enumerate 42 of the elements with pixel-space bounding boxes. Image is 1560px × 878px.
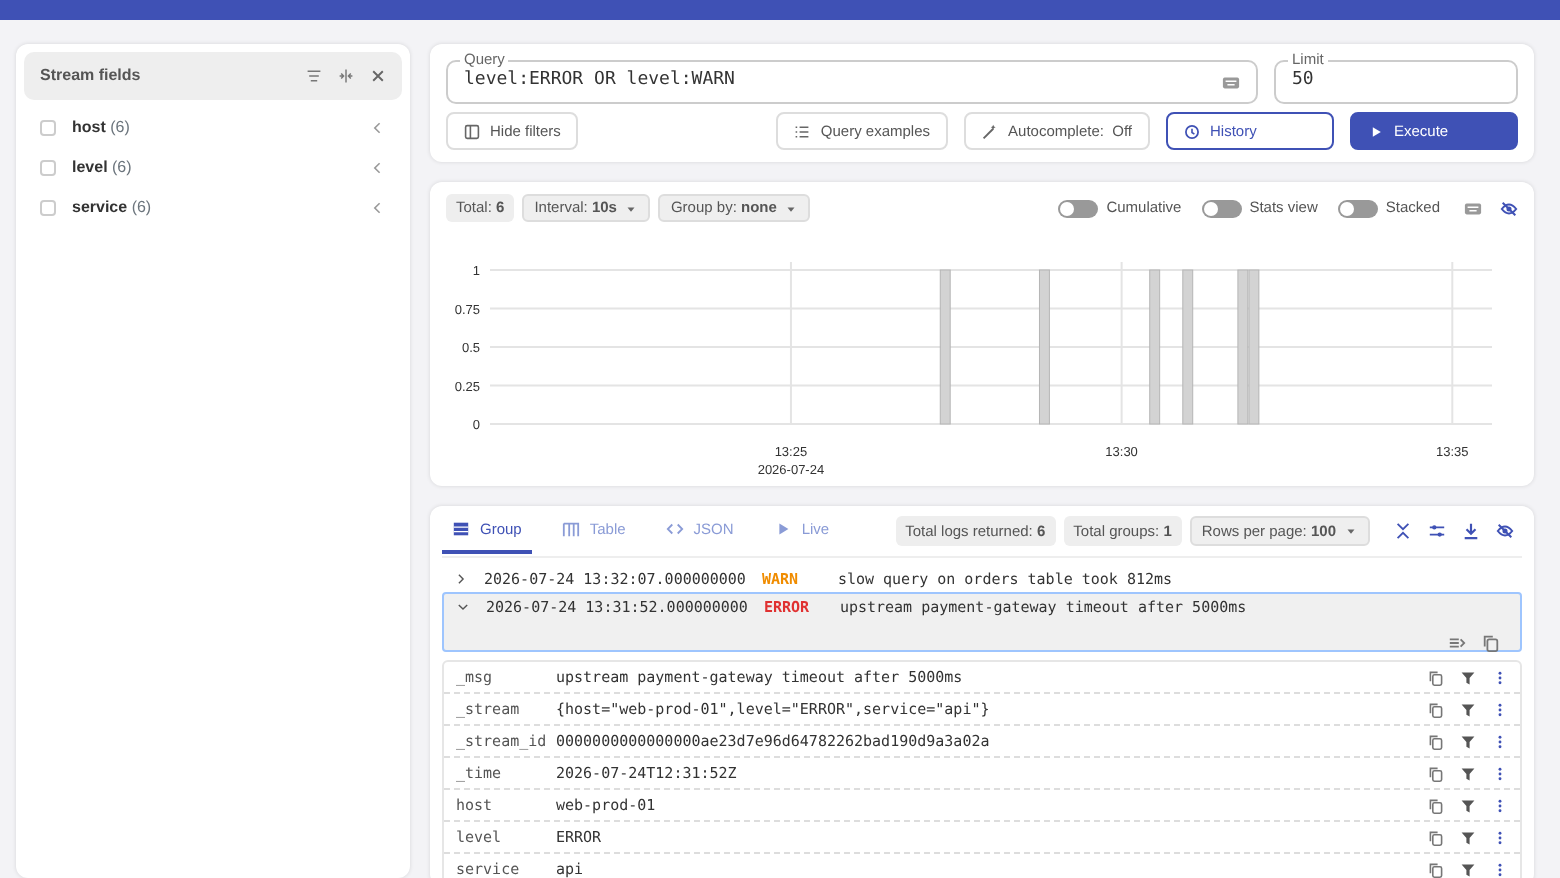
keyboard-icon[interactable] [1222,73,1240,91]
copy-icon[interactable] [1428,829,1444,845]
chevron-icon[interactable] [370,120,386,136]
collapse-icon[interactable] [1394,522,1412,540]
copy-icon[interactable] [1428,765,1444,781]
copy-icon[interactable] [1428,669,1444,685]
copy-icon[interactable] [1428,733,1444,749]
close-icon[interactable] [370,68,386,84]
chevron-icon[interactable] [370,160,386,176]
checkbox[interactable] [40,120,56,136]
toggle-switch[interactable] [1337,199,1378,217]
toggle-switch[interactable] [1058,199,1099,217]
checkbox[interactable] [40,160,56,176]
download-icon[interactable] [1462,522,1480,540]
field-name[interactable]: service (6) [72,196,354,220]
list-icon [794,123,811,139]
panel-title: Stream fields [40,64,143,88]
chevron-icon[interactable] [370,200,386,216]
toggle-switch[interactable] [1201,199,1242,217]
copy-icon[interactable] [1428,797,1444,813]
columns-icon [561,520,580,538]
eye-off-icon[interactable] [1500,199,1518,217]
copy-icon[interactable] [1482,634,1500,653]
table-icon [452,520,470,538]
checkbox[interactable] [40,200,56,216]
copy-icon[interactable] [1428,861,1444,877]
field-name[interactable]: level (6) [72,156,354,180]
copy-icon[interactable] [1428,701,1444,717]
sidebar-icon [464,123,480,139]
caret-icon [1344,524,1358,538]
play-icon [773,520,792,538]
wrap-icon[interactable] [1448,634,1466,653]
keyboard-icon[interactable] [1464,199,1482,217]
history-icon [1184,123,1200,139]
sort-icon[interactable] [306,68,322,84]
collapse-icon[interactable] [338,68,354,84]
play-icon [1368,123,1384,139]
settings-icon[interactable] [1428,522,1446,540]
magic-wand-icon [982,123,999,139]
field-name[interactable]: host (6) [72,116,354,140]
eye-off-icon[interactable] [1496,522,1514,540]
code-icon [665,520,684,538]
